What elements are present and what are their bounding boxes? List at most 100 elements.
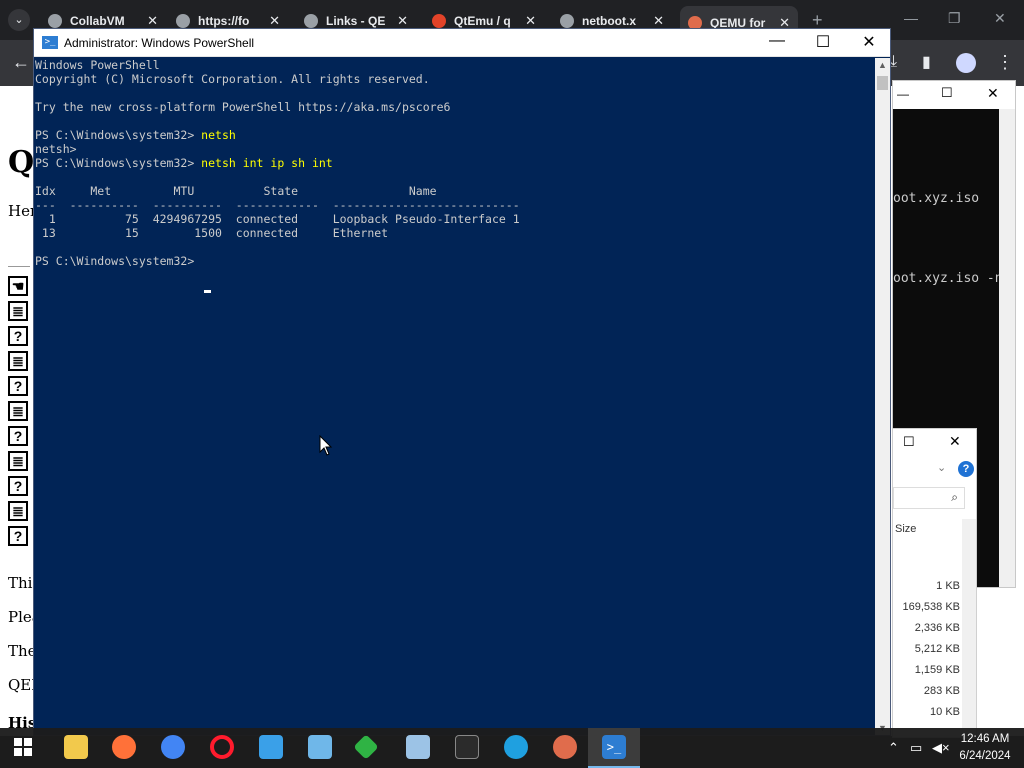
powershell-icon: >_ bbox=[42, 36, 58, 49]
file-size: 1 KB bbox=[936, 580, 960, 592]
window-titlebar: — ☐ ✕ bbox=[893, 81, 1015, 109]
powershell-window[interactable]: >_ Administrator: Windows PowerShell — ☐… bbox=[33, 28, 891, 736]
file-icon[interactable]: ≣ bbox=[8, 351, 28, 371]
tab-close-icon[interactable]: ✕ bbox=[525, 13, 536, 29]
file-size: 10 KB bbox=[930, 706, 960, 718]
console-line: Try the new cross-platform PowerShell ht… bbox=[35, 100, 451, 114]
scroll-up-arrow-icon[interactable]: ▲ bbox=[878, 60, 887, 70]
download-icon[interactable]: ⤓ bbox=[890, 53, 897, 71]
page-heading: Q bbox=[8, 145, 35, 180]
help-icon[interactable]: ? bbox=[8, 376, 28, 396]
scrollbar-thumb[interactable] bbox=[877, 76, 888, 90]
close-icon[interactable]: ✕ bbox=[987, 85, 999, 102]
maximize-icon[interactable]: ☐ bbox=[808, 32, 838, 52]
terminal-icon[interactable] bbox=[455, 735, 479, 759]
file-size: 283 KB bbox=[923, 685, 960, 697]
clock-time: 12:46 AM bbox=[960, 733, 1010, 745]
file-explorer-icon[interactable] bbox=[64, 735, 88, 759]
sidebar-icon[interactable]: ▮ bbox=[922, 52, 931, 72]
tab-close-icon[interactable]: ✕ bbox=[269, 13, 280, 29]
text-cursor bbox=[204, 290, 211, 293]
search-icon: ⌕ bbox=[951, 490, 958, 504]
qemu-icon[interactable] bbox=[553, 735, 577, 759]
show-hidden-icons-icon[interactable]: ⌃ bbox=[888, 740, 899, 756]
tab-close-icon[interactable]: ✕ bbox=[147, 13, 158, 29]
file-icon[interactable]: ≣ bbox=[8, 301, 28, 321]
console-scrollbar[interactable]: ▲ ▼ bbox=[875, 58, 890, 735]
scrollbar[interactable] bbox=[999, 109, 1015, 587]
tab-search-icon[interactable]: ⌄ bbox=[8, 9, 30, 31]
taskbar-clock[interactable]: 12:46 AM 6/24/2024 bbox=[950, 731, 1020, 765]
minimize-icon[interactable]: — bbox=[762, 32, 792, 50]
file-icon[interactable]: ≣ bbox=[8, 501, 28, 521]
console-line: Windows PowerShell bbox=[35, 58, 160, 72]
tab-favicon-icon bbox=[176, 14, 190, 28]
console-prompt: PS C:\Windows\system32> bbox=[35, 254, 202, 268]
terminal-line: oot.xyz.iso bbox=[893, 191, 980, 206]
console-line: PS C:\Windows\system32> netsh int ip sh … bbox=[35, 156, 333, 170]
gitlab-icon bbox=[432, 14, 446, 28]
scrollbar[interactable] bbox=[962, 519, 976, 739]
table-separator: --- ---------- ---------- ------------ -… bbox=[35, 198, 520, 212]
computer-icon[interactable] bbox=[406, 735, 430, 759]
powershell-icon[interactable]: >_ bbox=[602, 735, 626, 759]
tab-title: netboot.x bbox=[582, 14, 636, 28]
minimize-icon[interactable]: — bbox=[904, 10, 918, 26]
edge-icon[interactable] bbox=[504, 735, 528, 759]
close-icon[interactable]: ✕ bbox=[854, 32, 884, 52]
tab-favicon-icon bbox=[304, 14, 318, 28]
start-button-icon[interactable] bbox=[14, 738, 32, 756]
opera-icon[interactable] bbox=[210, 735, 234, 759]
console-line: Copyright (C) Microsoft Corporation. All… bbox=[35, 72, 430, 86]
tab-title: https://fo bbox=[198, 14, 250, 28]
help-icon[interactable]: ? bbox=[8, 426, 28, 446]
back-arrow-icon[interactable]: ← bbox=[12, 52, 30, 73]
file-icon[interactable]: ≣ bbox=[8, 401, 28, 421]
help-icon[interactable]: ? bbox=[8, 526, 28, 546]
table-header-row: Idx Met MTU State Name bbox=[35, 184, 437, 198]
console-output[interactable]: Windows PowerShell Copyright (C) Microso… bbox=[35, 58, 875, 730]
volume-muted-icon[interactable]: ◀× bbox=[932, 740, 950, 756]
tab-title: Links - QE bbox=[326, 14, 386, 28]
file-icon[interactable]: ≣ bbox=[8, 451, 28, 471]
menu-kebab-icon[interactable]: ⋮ bbox=[996, 52, 1014, 73]
maximize-icon[interactable]: ☐ bbox=[903, 434, 915, 450]
minimize-icon[interactable]: — bbox=[897, 87, 909, 101]
settings-app-icon[interactable] bbox=[259, 735, 283, 759]
chrome-icon[interactable] bbox=[161, 735, 185, 759]
terminal-line: oot.xyz.iso -n bbox=[893, 271, 1003, 286]
table-row: 13 15 1500 connected Ethernet bbox=[35, 226, 389, 240]
console-line: PS C:\Windows\system32> netsh bbox=[35, 128, 236, 142]
tab-close-icon[interactable]: ✕ bbox=[653, 13, 664, 29]
file-size: 5,212 KB bbox=[914, 643, 960, 655]
close-icon[interactable]: ✕ bbox=[994, 10, 1006, 27]
file-size: 2,336 KB bbox=[914, 622, 960, 634]
restore-icon[interactable]: ❐ bbox=[948, 10, 961, 27]
profile-avatar-icon[interactable] bbox=[956, 53, 976, 73]
table-row: 1 75 4294967295 connected Loopback Pseud… bbox=[35, 212, 520, 226]
maximize-icon[interactable]: ☐ bbox=[941, 85, 953, 101]
divider bbox=[8, 266, 30, 267]
file-size: 169,538 KB bbox=[902, 601, 961, 613]
search-input[interactable]: ⌕ bbox=[893, 487, 965, 509]
chevron-down-icon[interactable]: ⌄ bbox=[937, 461, 946, 474]
clock-date: 6/24/2024 bbox=[959, 750, 1011, 762]
window-titlebar: >_ Administrator: Windows PowerShell — ☐… bbox=[34, 29, 890, 57]
help-icon[interactable]: ? bbox=[8, 326, 28, 346]
tab-favicon-icon bbox=[560, 14, 574, 28]
control-panel-icon[interactable] bbox=[308, 735, 332, 759]
tab-close-icon[interactable]: ✕ bbox=[397, 13, 408, 29]
close-icon[interactable]: ✕ bbox=[949, 433, 961, 450]
tab-title: CollabVM bbox=[70, 14, 125, 28]
mouse-pointer-icon bbox=[319, 435, 333, 456]
console-line: netsh> bbox=[35, 142, 77, 156]
help-icon[interactable]: ? bbox=[958, 461, 974, 477]
firefox-icon[interactable] bbox=[112, 735, 136, 759]
tab-title: QtEmu / q bbox=[454, 14, 511, 28]
network-icon[interactable]: ▭ bbox=[910, 740, 922, 756]
file-size: 1,159 KB bbox=[914, 664, 960, 676]
tab-favicon-icon bbox=[48, 14, 62, 28]
help-icon[interactable]: ? bbox=[8, 476, 28, 496]
hand-pointer-icon[interactable]: ☚ bbox=[8, 276, 28, 296]
size-column-header[interactable]: Size bbox=[895, 523, 916, 535]
